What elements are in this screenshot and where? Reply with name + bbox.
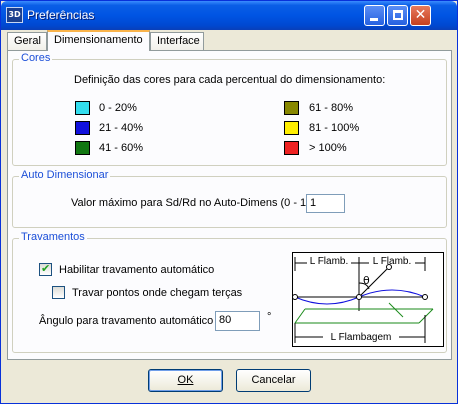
cores-legend: Cores — [19, 52, 53, 64]
flambagem-diagram: L Flamb. L Flamb. θ L Flambagem — [292, 252, 444, 347]
flambagem-diagram-svg: L Flamb. L Flamb. θ L Flambagem — [292, 255, 434, 343]
flamb-label-right: L Flamb. — [373, 256, 412, 267]
tab-geral[interactable]: Geral — [7, 32, 47, 51]
theta-label: θ — [363, 274, 370, 287]
close-icon: ✕ — [414, 7, 427, 23]
minimize-button[interactable] — [364, 5, 385, 26]
sd-rd-label: Valor máximo para Sd/Rd no Auto-Dimens (… — [71, 197, 310, 209]
range-label-81-100: 81 - 100% — [309, 122, 360, 134]
angulo-label: Ângulo para travamento automático — [39, 315, 214, 327]
range-label-61-80: 61 - 80% — [309, 102, 354, 114]
tab-panel: Cores Definição das cores para cada perc… — [7, 50, 452, 360]
node-mid — [356, 294, 362, 300]
color-swatch-over-100[interactable] — [284, 141, 299, 155]
title-bar[interactable]: 3D Preferências ✕ — [1, 1, 457, 30]
maximize-icon — [393, 10, 403, 20]
buckling-curve-left — [294, 296, 360, 305]
close-button[interactable]: ✕ — [410, 5, 431, 26]
checkmark-icon: ✔ — [41, 262, 51, 275]
travamentos-group: Travamentos ✔ Habilitar travamento autom… — [12, 231, 447, 353]
brace-node — [386, 264, 392, 270]
auto-dimensionar-group: Auto Dimensionar Valor máximo para Sd/Rd… — [12, 169, 447, 228]
color-swatch-41-60[interactable] — [75, 141, 90, 155]
range-label-0-20: 0 - 20% — [99, 102, 137, 114]
window-title: Preferências — [27, 8, 95, 22]
flambagem-label: L Flambagem — [331, 332, 392, 343]
cores-description: Definição das cores para cada percentual… — [74, 74, 386, 86]
travar-tercas-checkbox[interactable] — [52, 286, 65, 299]
green-arrow — [388, 302, 404, 318]
minimize-icon — [370, 18, 378, 21]
ok-button-label: OK — [177, 374, 194, 386]
range-label-41-60: 41 - 60% — [99, 142, 144, 154]
sd-rd-input[interactable]: 1 — [306, 194, 345, 213]
color-swatch-0-20[interactable] — [75, 101, 90, 115]
angulo-unit: ° — [267, 311, 272, 323]
cores-group: Cores Definição das cores para cada perc… — [12, 52, 447, 166]
range-label-over-100: > 100% — [309, 142, 347, 154]
range-label-21-40: 21 - 40% — [99, 122, 144, 134]
flamb-label-left: L Flamb. — [310, 256, 349, 267]
angulo-input[interactable]: 80 — [215, 311, 260, 331]
tab-interface[interactable]: Interface — [150, 32, 204, 51]
app-icon: 3D — [6, 7, 23, 23]
green-line-right — [418, 308, 434, 324]
buckling-curve-right — [358, 289, 426, 298]
habilitar-travamento-checkbox[interactable]: ✔ — [39, 262, 52, 276]
color-swatch-81-100[interactable] — [284, 121, 299, 135]
maximize-button[interactable] — [387, 5, 408, 26]
color-swatch-21-40[interactable] — [75, 121, 90, 135]
ok-button[interactable]: OK — [148, 369, 223, 392]
color-swatch-61-80[interactable] — [284, 101, 299, 115]
habilitar-travamento-label: Habilitar travamento automático — [59, 264, 215, 276]
preferences-window: 3D Preferências ✕ Geral Dimensionamento … — [0, 0, 458, 404]
node-left — [292, 294, 298, 300]
travamentos-legend: Travamentos — [19, 231, 87, 243]
travar-tercas-label: Travar pontos onde chegam terças — [72, 287, 243, 299]
tab-dimensionamento[interactable]: Dimensionamento — [47, 30, 150, 51]
auto-dimensionar-legend: Auto Dimensionar — [19, 169, 111, 181]
node-right — [422, 294, 428, 300]
cancel-button-label: Cancelar — [251, 374, 296, 386]
green-line-left — [294, 308, 306, 324]
cancel-button[interactable]: Cancelar — [236, 369, 311, 392]
